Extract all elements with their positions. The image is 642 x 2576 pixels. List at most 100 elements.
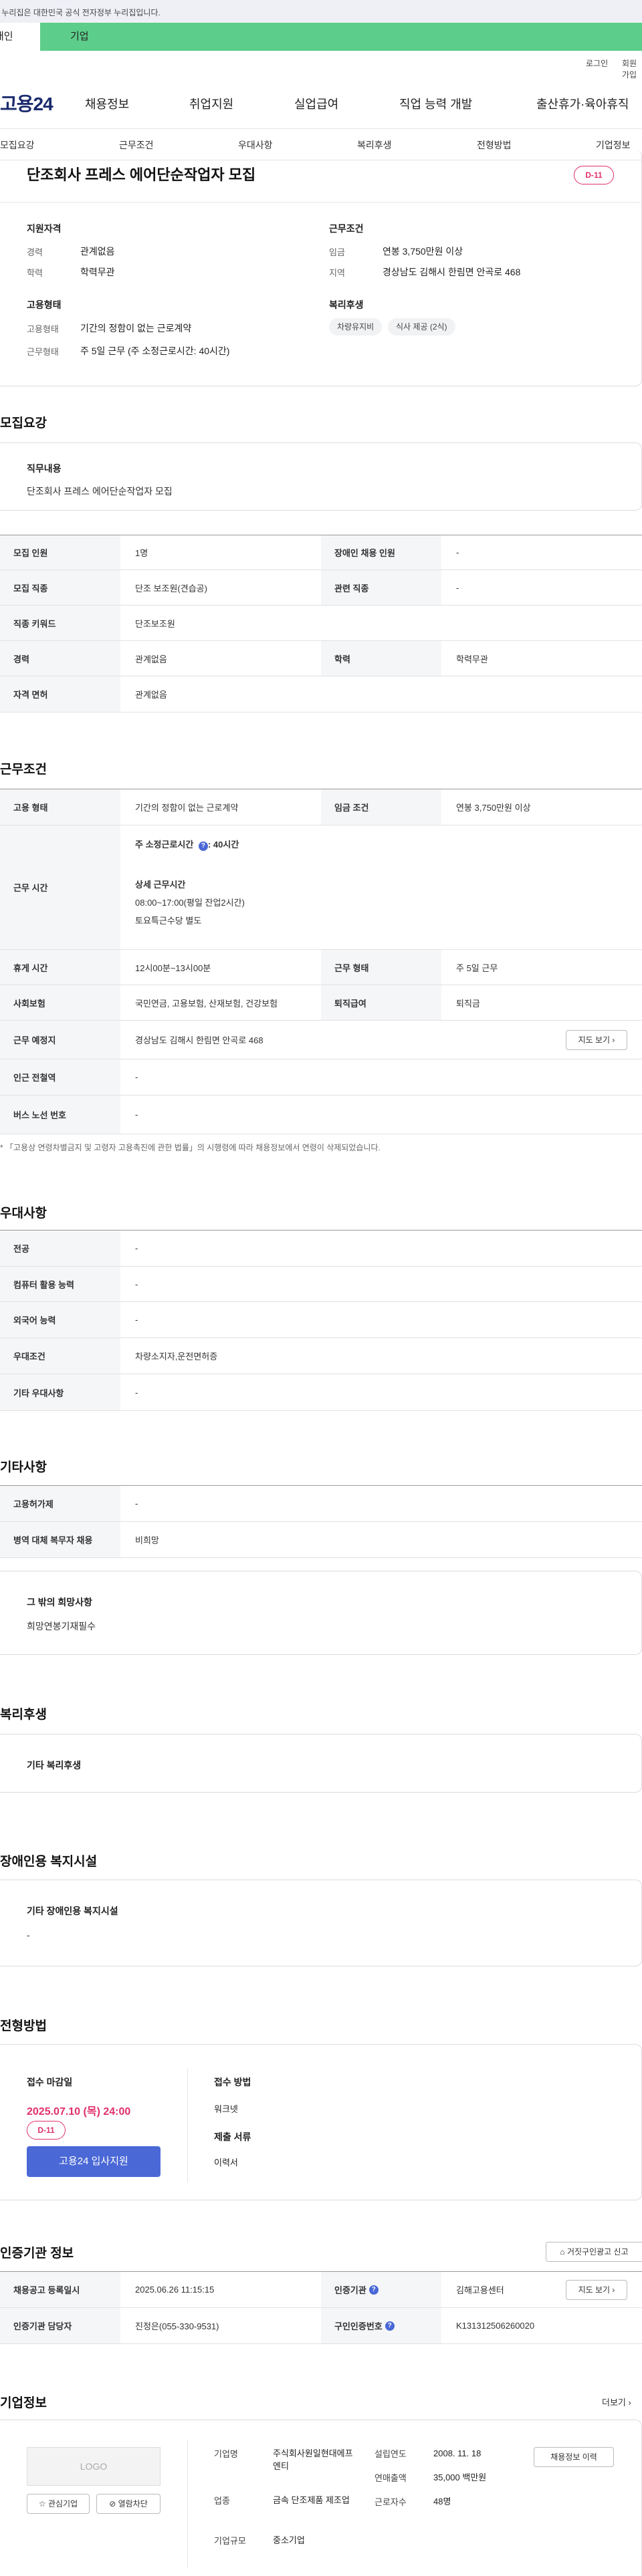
edu-label: 학력 — [27, 268, 43, 278]
table-header: 인증기관 담당자 — [0, 2308, 120, 2343]
tab-company[interactable]: 기업 — [40, 23, 642, 51]
conditions-title: 근무조건 — [329, 223, 364, 234]
apply-button[interactable]: 고용24 입사지원 — [27, 2146, 160, 2177]
duty-text: 단조회사 프레스 에어단순작업자 모집 — [27, 486, 173, 497]
job-history-button[interactable]: 채용정보 이력 — [534, 2447, 614, 2467]
divider — [187, 2069, 188, 2182]
tab-person[interactable]: 개인 — [0, 23, 40, 51]
size-label: 기업규모 — [214, 2536, 246, 2546]
region-label: 지역 — [329, 268, 345, 278]
facility-box-text: - — [27, 1930, 30, 1940]
table-header: 관련 직종 — [321, 570, 441, 605]
table-header: 직종 키워드 — [0, 606, 120, 640]
welfare-box: 기타 복리후생 — [0, 1734, 642, 1793]
founded-value: 2008. 11. 18 — [433, 2448, 481, 2458]
table-cell: 차량소지자,운전면허증 — [135, 1351, 218, 1362]
favorite-company-button[interactable]: ☆ 관심기업 — [27, 2494, 90, 2514]
table-header: 임금 조건 — [321, 789, 441, 825]
table-cell: 단조보조원 — [135, 618, 175, 629]
agency-map-button[interactable]: 지도 보기 › — [566, 2280, 627, 2300]
gnb-item-skills[interactable]: 직업 능력 개발 — [399, 95, 472, 112]
table-cell: 경상남도 김해시 한림면 안곡로 468 — [135, 1035, 263, 1045]
company-box: LOGO ☆ 관심기업 ⊘ 열람차단 기업명 주식회사원일현대에프엔티 업종 금… — [0, 2420, 642, 2576]
dday-badge: D-11 — [27, 2121, 66, 2140]
gnb-item-jobs[interactable]: 채용정보 — [85, 95, 129, 112]
table-cell: - — [135, 1315, 138, 1325]
docs-title: 제출 서류 — [214, 2132, 251, 2142]
user-type-tabs: 개인 기업 — [0, 23, 642, 51]
table-header: 버스 노선 번호 — [0, 1096, 120, 1134]
gnb-item-parental-leave[interactable]: 출산휴가·육아휴직 — [536, 95, 629, 112]
sales-value: 35,000 백만원 — [433, 2472, 487, 2482]
table-row: 휴게 시간 12시00분~13시00분 근무 형태 주 5일 근무 — [0, 950, 642, 985]
table-cell: 비희망 — [135, 1535, 159, 1545]
login-link[interactable]: 로그인 — [586, 57, 608, 69]
table-header: 학력 — [321, 641, 441, 676]
career-value: 관계없음 — [80, 246, 115, 257]
table-cell: 관계없음 — [135, 654, 167, 664]
help-icon[interactable]: ? — [368, 2285, 379, 2295]
edu-value: 학력무관 — [80, 267, 115, 277]
welfare-box-title: 기타 복리후생 — [27, 1760, 82, 1771]
help-icon[interactable]: ? — [385, 2321, 395, 2331]
table-row: 사회보험 국민연금, 고용보험, 산재보험, 건강보험 퇴직급여 퇴직금 — [0, 985, 642, 1021]
emp-type-label: 고용형태 — [27, 324, 59, 334]
table-cell: - — [135, 1110, 138, 1120]
benefit-chip: 차량유지비 — [329, 318, 383, 336]
emp-type-value: 기간의 정함이 없는 근로계약 — [80, 323, 192, 334]
industry-value: 금속 단조제품 제조업 — [273, 2495, 350, 2505]
hours-weekly-value: : 40시간 — [207, 840, 239, 850]
table-header: 기타 우대사항 — [0, 1374, 120, 1410]
table-row: 고용허가제 - — [0, 1486, 642, 1522]
table-header: 사회보험 — [0, 985, 120, 1020]
report-fake-ad-button[interactable]: ⌂ 거짓구인광고 신고 — [546, 2242, 642, 2262]
wage-value: 연봉 3,750만원 이상 — [383, 246, 463, 257]
table-cell: 김해고용센터 — [456, 2285, 504, 2295]
benefit-chip: 식사 제공 (2식) — [388, 318, 455, 336]
map-button[interactable]: 지도 보기 › — [566, 1030, 627, 1050]
hours-weekly: 주 소정근로시간 ?: 40시간 — [135, 838, 642, 851]
block-company-button[interactable]: ⊘ 열람차단 — [96, 2494, 160, 2514]
table-row: 인증기관 담당자 진정은(055-330-9531) 구인인증번호? K1313… — [0, 2308, 642, 2344]
table-header: 인근 전철역 — [0, 1059, 120, 1095]
section-title-welfare: 복리후생 — [0, 1708, 47, 1722]
gnb-item-unemployment-benefit[interactable]: 실업급여 — [294, 95, 338, 112]
table-row: 버스 노선 번호 - — [0, 1096, 642, 1134]
table-header: 전공 — [0, 1231, 120, 1266]
company-more-link[interactable]: 더보기 › — [602, 2396, 631, 2408]
hours-detail-line: 토요특근수당 별도 — [135, 916, 202, 926]
divider — [0, 202, 641, 203]
age-law-note: * 「고용상 연령차별금지 및 고령자 고용촉진에 관한 법률」의 시행령에 따… — [0, 1143, 381, 1152]
table-cell: K131312506260020 — [456, 2321, 535, 2331]
table-header: 근무 예정지 — [0, 1021, 120, 1059]
employment-title: 고용형태 — [27, 299, 62, 310]
section-title-work: 근무조건 — [0, 763, 47, 777]
report-button-label: 거짓구인광고 신고 — [566, 2247, 629, 2257]
wage-label: 임금 — [329, 247, 345, 257]
hope-box: 그 밖의 희망사항 희망연봉기재필수 — [0, 1571, 642, 1655]
favorite-label: 관심기업 — [47, 2499, 78, 2508]
map-button-label: 지도 보기 — [578, 2285, 611, 2295]
table-header: 모집 인원 — [0, 535, 120, 569]
join-link[interactable]: 회원가입 — [622, 57, 642, 80]
industry-label: 업종 — [214, 2496, 230, 2506]
table-cell: 주 5일 근무 — [456, 962, 498, 973]
duty-box: 직무내용 단조회사 프레스 에어단순작업자 모집 — [0, 442, 642, 511]
company-name-label: 기업명 — [214, 2449, 238, 2459]
table-header: 구인인증번호? — [321, 2308, 441, 2343]
gnb-item-employment-support[interactable]: 취업지원 — [189, 95, 233, 112]
hours-weekly-label: 주 소정근로시간 — [135, 840, 194, 850]
star-icon: ☆ — [38, 2499, 46, 2508]
benefits-title: 복리후생 — [329, 299, 364, 310]
site-logo[interactable]: 고용24 — [0, 90, 54, 116]
section-title-other: 기타사항 — [0, 1460, 47, 1474]
duty-title: 직무내용 — [27, 463, 62, 474]
table-row: 고용 형태 기간의 정함이 없는 근로계약 임금 조건 연봉 3,750만원 이… — [0, 789, 642, 825]
help-icon[interactable]: ? — [198, 842, 208, 851]
table-row: 인근 전철역 - — [0, 1059, 642, 1096]
table-cell: 1명 — [135, 548, 148, 558]
section-title-selection: 전형방법 — [0, 2019, 47, 2033]
table-header: 휴게 시간 — [0, 950, 120, 985]
hours-detail-line: 08:00~17:00(평일 잔업2시간) — [135, 898, 245, 908]
table-cell: - — [456, 547, 459, 557]
